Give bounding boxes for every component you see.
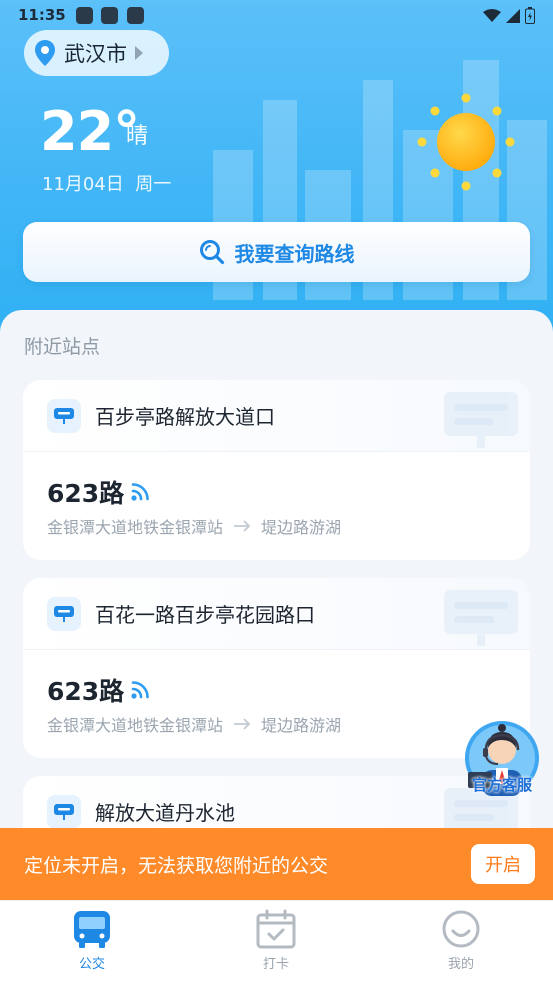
route-row[interactable]: 623路 金银潭大道地铁金银潭站 堤边路游湖 (23, 650, 530, 758)
chevron-right-icon (135, 46, 143, 60)
weekday: 周一 (135, 174, 172, 195)
route-number: 623路 (47, 672, 152, 708)
battery-icon (525, 7, 535, 24)
stop-name: 解放大道丹水池 (95, 801, 235, 825)
status-time: 11:35 (18, 6, 66, 24)
city-name: 武汉市 (64, 42, 127, 66)
date-line: 11月04日 周一 (42, 170, 171, 196)
bus-icon (74, 911, 110, 948)
realtime-signal-icon (131, 681, 149, 699)
route-destination: 堤边路游湖 (261, 716, 342, 735)
notification-icon (101, 7, 118, 24)
date: 11月04日 (42, 174, 124, 195)
wifi-icon (483, 8, 501, 22)
tab-label: 我的 (447, 957, 474, 972)
bottom-tab-bar: 公交 打卡 我的 (0, 900, 553, 984)
route-search-label: 我要查询路线 (234, 241, 355, 266)
weather-header: 11:35 武汉市 22° 晴 11月04日 周一 我要查询路线 (0, 0, 553, 340)
route-origin: 金银潭大道地铁金银潭站 (47, 518, 224, 537)
city-selector[interactable]: 武汉市 (24, 30, 169, 76)
location-pin-icon (35, 40, 55, 66)
bus-stop-icon (47, 596, 81, 631)
banner-message: 定位未开启，无法获取您附近的公交 (24, 854, 329, 877)
route-destination: 堤边路游湖 (261, 518, 342, 537)
route-label: 623路 (47, 677, 125, 706)
sunny-weather-icon (417, 93, 515, 191)
enable-location-button[interactable]: 开启 (471, 844, 535, 884)
notification-icon (76, 7, 93, 24)
temperature: 22° (40, 100, 140, 163)
signal-icon (506, 8, 520, 23)
stop-sign-decoration (444, 392, 518, 448)
stop-card[interactable]: 百步亭路解放大道口 623路 金银潭大道地铁金银潭站 堤边路游湖 (23, 380, 530, 560)
tab-label: 打卡 (262, 957, 289, 972)
stop-name: 百花一路百步亭花园路口 (95, 603, 315, 627)
customer-service-label[interactable]: 官方客服 (463, 774, 541, 795)
tab-profile[interactable]: 我的 (406, 909, 516, 972)
realtime-signal-icon (131, 483, 149, 501)
arrow-right-icon (234, 718, 251, 730)
section-title: 附近站点 (24, 336, 101, 358)
smiley-profile-icon (442, 910, 480, 948)
route-number: 623路 (47, 474, 152, 510)
stop-header[interactable]: 百花一路百步亭花园路口 (23, 578, 530, 650)
stop-header[interactable]: 百步亭路解放大道口 (23, 380, 530, 452)
weather-condition: 晴 (126, 124, 149, 149)
tab-label: 公交 (78, 957, 105, 972)
calendar-check-icon (256, 909, 296, 949)
route-row[interactable]: 623路 金银潭大道地铁金银潭站 堤边路游湖 (23, 452, 530, 560)
stop-card[interactable]: 百花一路百步亭花园路口 623路 金银潭大道地铁金银潭站 堤边路游湖 (23, 578, 530, 758)
bus-stop-icon (47, 398, 81, 433)
nearby-stops-panel: 附近站点 百步亭路解放大道口 623路 金银潭大道地铁金银潭站 堤边路游湖 百花… (0, 310, 553, 916)
location-disabled-banner: 定位未开启，无法获取您附近的公交 开启 (0, 828, 553, 900)
tab-bus[interactable]: 公交 (37, 909, 147, 972)
route-origin: 金银潭大道地铁金银潭站 (47, 716, 224, 735)
route-label: 623路 (47, 479, 125, 508)
stop-name: 百步亭路解放大道口 (95, 405, 275, 429)
status-bar: 11:35 (0, 0, 553, 30)
route-direction: 金银潭大道地铁金银潭站 堤边路游湖 (47, 514, 341, 538)
bus-stop-icon (47, 794, 81, 829)
tab-checkin[interactable]: 打卡 (221, 909, 331, 972)
search-icon (199, 240, 224, 265)
stop-sign-decoration (444, 590, 518, 646)
arrow-right-icon (234, 520, 251, 532)
route-search-button[interactable]: 我要查询路线 (23, 222, 530, 282)
notification-icon (127, 7, 144, 24)
route-direction: 金银潭大道地铁金银潭站 堤边路游湖 (47, 712, 341, 736)
